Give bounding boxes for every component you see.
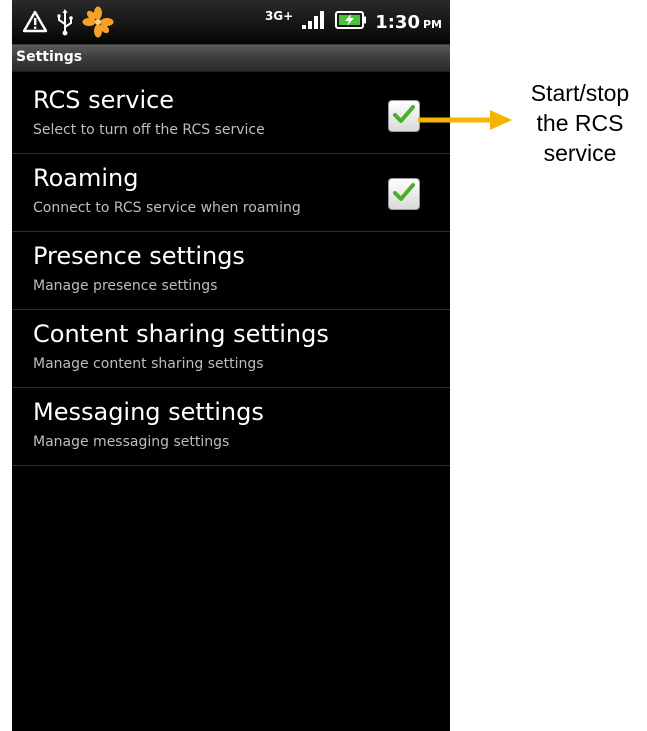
pref-title: Presence settings — [33, 242, 245, 270]
pref-item-presence-settings[interactable]: Presence settings Manage presence settin… — [12, 232, 450, 310]
battery-charging-icon — [335, 10, 367, 34]
warning-icon — [22, 9, 48, 39]
pref-summary: Manage content sharing settings — [33, 356, 264, 372]
pref-summary: Manage presence settings — [33, 278, 218, 294]
pref-title: Roaming — [33, 164, 139, 192]
pref-item-content-sharing-settings[interactable]: Content sharing settings Manage content … — [12, 310, 450, 388]
status-right: 3G+ 1:30 PM — [265, 6, 442, 38]
status-bar: 3G+ 1:30 PM — [12, 0, 450, 45]
notification-icons — [22, 6, 114, 42]
pinwheel-app-icon — [82, 6, 114, 42]
preference-list: RCS service Select to turn off the RCS s… — [12, 76, 450, 466]
page-title: Settings — [16, 49, 83, 65]
annotation-arrow-icon — [417, 108, 514, 136]
rcs-service-checkbox[interactable] — [388, 100, 420, 132]
pref-item-messaging-settings[interactable]: Messaging settings Manage messaging sett… — [12, 388, 450, 466]
roaming-checkbox[interactable] — [388, 178, 420, 210]
signal-icon — [301, 10, 327, 34]
pref-summary: Connect to RCS service when roaming — [33, 200, 301, 216]
usb-icon — [54, 8, 76, 40]
title-bar: Settings — [12, 45, 450, 72]
checkmark-icon — [392, 103, 416, 129]
pref-item-roaming[interactable]: Roaming Connect to RCS service when roam… — [12, 154, 450, 232]
network-type-label: 3G+ — [264, 9, 294, 23]
clock-time: 1:30 — [375, 11, 420, 33]
clock-ampm: PM — [422, 17, 442, 31]
pref-title: Messaging settings — [33, 398, 264, 426]
clock: 1:30 PM — [375, 12, 442, 33]
pref-item-rcs-service[interactable]: RCS service Select to turn off the RCS s… — [12, 76, 450, 154]
pref-summary: Select to turn off the RCS service — [33, 122, 265, 138]
pref-title: RCS service — [33, 86, 175, 114]
phone-screen: 3G+ 1:30 PM Settings RCS service Select … — [12, 0, 450, 731]
annotation-text: Start/stop the RCS service — [530, 80, 630, 166]
checkmark-icon — [392, 181, 416, 207]
pref-title: Content sharing settings — [33, 320, 329, 348]
pref-summary: Manage messaging settings — [33, 434, 230, 450]
